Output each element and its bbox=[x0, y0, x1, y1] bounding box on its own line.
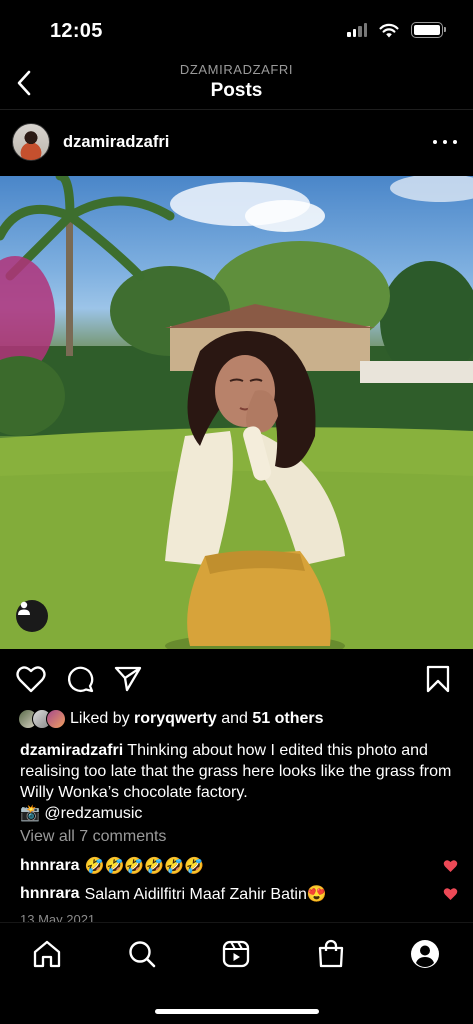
likes-row[interactable]: Liked by roryqwerty and 51 others bbox=[18, 707, 324, 731]
post-caption: dzamiradzafri Thinking about how I edite… bbox=[20, 740, 458, 824]
comment-icon bbox=[68, 666, 94, 693]
tab-bar bbox=[0, 922, 473, 1024]
header-username: DZAMIRADZAFRI bbox=[179, 62, 294, 77]
status-time: 12:05 bbox=[50, 20, 103, 42]
comment-row: hnnrara Salam Aidilfitri Maaf Zahir Bati… bbox=[20, 883, 460, 905]
bookmark-icon bbox=[426, 665, 450, 693]
comment-row: hnnrara 🤣🤣🤣🤣🤣🤣 bbox=[20, 855, 460, 877]
comment-text: Salam Aidilfitri Maaf Zahir Batin😍 bbox=[84, 886, 327, 903]
profile-icon bbox=[411, 940, 439, 968]
post-image[interactable] bbox=[0, 176, 473, 649]
shop-icon bbox=[318, 939, 344, 968]
nav-header: DZAMIRADZAFRI Posts bbox=[0, 58, 473, 110]
likes-prefix: Liked by bbox=[70, 710, 130, 727]
comment-text: 🤣🤣🤣🤣🤣🤣 bbox=[84, 858, 205, 875]
avatar[interactable] bbox=[12, 123, 50, 161]
share-button[interactable] bbox=[113, 664, 143, 694]
heart-icon bbox=[16, 666, 46, 693]
tagged-users-button[interactable] bbox=[16, 600, 48, 632]
caption-username[interactable]: dzamiradzafri bbox=[20, 742, 123, 759]
avatar bbox=[46, 709, 66, 729]
search-icon bbox=[129, 941, 156, 968]
comment-button[interactable] bbox=[65, 664, 95, 694]
liker-username[interactable]: roryqwerty bbox=[134, 710, 217, 727]
battery-icon bbox=[411, 22, 446, 38]
likes-others[interactable]: 51 others bbox=[252, 710, 323, 727]
view-comments-link[interactable]: View all 7 comments bbox=[20, 828, 166, 846]
post-actions bbox=[0, 660, 473, 700]
tab-reels[interactable] bbox=[219, 937, 253, 971]
likes-connector: and bbox=[221, 710, 248, 727]
tab-profile[interactable] bbox=[408, 937, 442, 971]
save-button[interactable] bbox=[423, 664, 453, 694]
share-icon bbox=[114, 666, 142, 692]
tab-home[interactable] bbox=[30, 937, 64, 971]
home-icon bbox=[33, 940, 61, 968]
likes-text: Liked by roryqwerty and 51 others bbox=[70, 710, 324, 728]
page-title: Posts bbox=[210, 80, 263, 101]
tab-shop[interactable] bbox=[314, 937, 348, 971]
more-horizontal-icon bbox=[433, 140, 437, 144]
caption-credit: 📸 @redzamusic bbox=[20, 805, 143, 822]
comment-username[interactable]: hnnrara bbox=[20, 857, 80, 875]
heart-icon[interactable] bbox=[443, 887, 458, 901]
wifi-icon bbox=[379, 23, 399, 37]
liker-avatars bbox=[18, 709, 66, 729]
post-header: dzamiradzafri bbox=[0, 118, 473, 168]
status-bar: 12:05 bbox=[0, 0, 473, 58]
comment-username[interactable]: hnnrara bbox=[20, 885, 80, 903]
heart-icon[interactable] bbox=[443, 859, 458, 873]
reels-icon bbox=[222, 940, 250, 968]
status-icons bbox=[347, 22, 446, 38]
tab-search[interactable] bbox=[125, 937, 159, 971]
like-button[interactable] bbox=[16, 664, 46, 694]
tagged-user-icon bbox=[18, 601, 30, 615]
cellular-signal-icon bbox=[347, 23, 367, 37]
post-username[interactable]: dzamiradzafri bbox=[63, 133, 169, 152]
home-indicator[interactable] bbox=[155, 1009, 319, 1014]
more-options-button[interactable] bbox=[433, 132, 457, 152]
